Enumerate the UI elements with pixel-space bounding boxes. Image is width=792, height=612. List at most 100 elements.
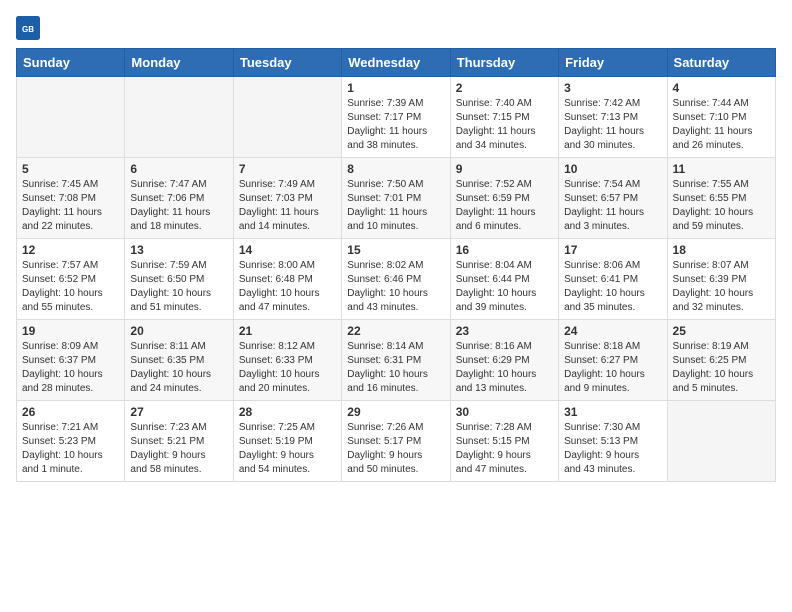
logo-icon: GB [16,16,40,40]
day-info: Sunrise: 7:55 AM Sunset: 6:55 PM Dayligh… [673,178,770,234]
calendar-cell: 25 Sunrise: 8:19 AM Sunset: 6:25 PM Dayli… [667,320,775,401]
calendar-cell: 11 Sunrise: 7:55 AM Sunset: 6:55 PM Dayli… [667,158,775,239]
day-number: 3 [564,81,661,95]
day-number: 8 [347,162,444,176]
day-number: 18 [673,243,770,257]
calendar-cell: 24 Sunrise: 8:18 AM Sunset: 6:27 PM Dayli… [559,320,667,401]
calendar-cell: 7 Sunrise: 7:49 AM Sunset: 7:03 PM Daylig… [233,158,341,239]
day-number: 14 [239,243,336,257]
day-info: Sunrise: 7:52 AM Sunset: 6:59 PM Dayligh… [456,178,553,234]
day-info: Sunrise: 7:26 AM Sunset: 5:17 PM Dayligh… [347,421,444,477]
day-info: Sunrise: 7:21 AM Sunset: 5:23 PM Dayligh… [22,421,119,477]
day-info: Sunrise: 7:23 AM Sunset: 5:21 PM Dayligh… [130,421,227,477]
day-number: 30 [456,405,553,419]
calendar-cell: 12 Sunrise: 7:57 AM Sunset: 6:52 PM Dayli… [17,239,125,320]
calendar-cell: 13 Sunrise: 7:59 AM Sunset: 6:50 PM Dayli… [125,239,233,320]
day-info: Sunrise: 7:28 AM Sunset: 5:15 PM Dayligh… [456,421,553,477]
day-info: Sunrise: 7:47 AM Sunset: 7:06 PM Dayligh… [130,178,227,234]
calendar-cell: 17Sunrise: 8:06 AM Sunset: 6:41 PM Dayli… [559,239,667,320]
calendar-cell: 31Sunrise: 7:30 AM Sunset: 5:13 PM Dayli… [559,401,667,482]
day-info: Sunrise: 8:04 AM Sunset: 6:44 PM Dayligh… [456,259,553,315]
logo: GB [16,16,44,40]
day-number: 22 [347,324,444,338]
calendar-cell [17,77,125,158]
svg-text:GB: GB [22,25,34,34]
day-number: 19 [22,324,119,338]
day-info: Sunrise: 7:44 AM Sunset: 7:10 PM Dayligh… [673,97,770,153]
calendar-week-4: 19 Sunrise: 8:09 AM Sunset: 6:37 PM Dayli… [17,320,776,401]
calendar-table: SundayMondayTuesdayWednesdayThursdayFrid… [16,48,776,482]
day-info: Sunrise: 8:14 AM Sunset: 6:31 PM Dayligh… [347,340,444,396]
calendar-cell: 27 Sunrise: 7:23 AM Sunset: 5:21 PM Dayli… [125,401,233,482]
calendar-cell [125,77,233,158]
calendar-week-5: 26 Sunrise: 7:21 AM Sunset: 5:23 PM Dayli… [17,401,776,482]
day-info: Sunrise: 8:19 AM Sunset: 6:25 PM Dayligh… [673,340,770,396]
day-info: Sunrise: 8:11 AM Sunset: 6:35 PM Dayligh… [130,340,227,396]
calendar-cell: 16 Sunrise: 8:04 AM Sunset: 6:44 PM Dayli… [450,239,558,320]
header-tuesday: Tuesday [233,49,341,77]
day-number: 6 [130,162,227,176]
calendar-cell: 8 Sunrise: 7:50 AM Sunset: 7:01 PM Daylig… [342,158,450,239]
day-number: 12 [22,243,119,257]
calendar-cell: 20Sunrise: 8:11 AM Sunset: 6:35 PM Dayli… [125,320,233,401]
calendar-cell: 2 Sunrise: 7:40 AM Sunset: 7:15 PM Daylig… [450,77,558,158]
day-info: Sunrise: 8:18 AM Sunset: 6:27 PM Dayligh… [564,340,661,396]
day-number: 5 [22,162,119,176]
calendar-cell: 19 Sunrise: 8:09 AM Sunset: 6:37 PM Dayli… [17,320,125,401]
day-info: Sunrise: 7:50 AM Sunset: 7:01 PM Dayligh… [347,178,444,234]
day-info: Sunrise: 7:30 AM Sunset: 5:13 PM Dayligh… [564,421,661,477]
day-info: Sunrise: 7:57 AM Sunset: 6:52 PM Dayligh… [22,259,119,315]
day-number: 2 [456,81,553,95]
calendar-cell: 4 Sunrise: 7:44 AM Sunset: 7:10 PM Daylig… [667,77,775,158]
calendar-week-2: 5Sunrise: 7:45 AM Sunset: 7:08 PM Daylig… [17,158,776,239]
day-info: Sunrise: 7:42 AM Sunset: 7:13 PM Dayligh… [564,97,661,153]
day-number: 28 [239,405,336,419]
day-number: 25 [673,324,770,338]
day-number: 23 [456,324,553,338]
header-friday: Friday [559,49,667,77]
day-info: Sunrise: 7:49 AM Sunset: 7:03 PM Dayligh… [239,178,336,234]
header-wednesday: Wednesday [342,49,450,77]
day-info: Sunrise: 8:02 AM Sunset: 6:46 PM Dayligh… [347,259,444,315]
header-sunday: Sunday [17,49,125,77]
day-number: 7 [239,162,336,176]
calendar-header-row: SundayMondayTuesdayWednesdayThursdayFrid… [17,49,776,77]
calendar-cell: 6 Sunrise: 7:47 AM Sunset: 7:06 PM Daylig… [125,158,233,239]
day-info: Sunrise: 7:25 AM Sunset: 5:19 PM Dayligh… [239,421,336,477]
header-saturday: Saturday [667,49,775,77]
calendar-cell: 5Sunrise: 7:45 AM Sunset: 7:08 PM Daylig… [17,158,125,239]
calendar-cell [667,401,775,482]
day-number: 4 [673,81,770,95]
day-info: Sunrise: 8:06 AM Sunset: 6:41 PM Dayligh… [564,259,661,315]
day-info: Sunrise: 7:40 AM Sunset: 7:15 PM Dayligh… [456,97,553,153]
day-info: Sunrise: 7:54 AM Sunset: 6:57 PM Dayligh… [564,178,661,234]
day-info: Sunrise: 7:39 AM Sunset: 7:17 PM Dayligh… [347,97,444,153]
day-number: 16 [456,243,553,257]
day-number: 27 [130,405,227,419]
day-number: 13 [130,243,227,257]
calendar-cell: 10Sunrise: 7:54 AM Sunset: 6:57 PM Dayli… [559,158,667,239]
calendar-cell: 23Sunrise: 8:16 AM Sunset: 6:29 PM Dayli… [450,320,558,401]
day-number: 29 [347,405,444,419]
calendar-cell: 26 Sunrise: 7:21 AM Sunset: 5:23 PM Dayli… [17,401,125,482]
day-info: Sunrise: 8:09 AM Sunset: 6:37 PM Dayligh… [22,340,119,396]
calendar-cell: 28 Sunrise: 7:25 AM Sunset: 5:19 PM Dayli… [233,401,341,482]
day-number: 1 [347,81,444,95]
calendar-cell: 14 Sunrise: 8:00 AM Sunset: 6:48 PM Dayli… [233,239,341,320]
calendar-cell: 30 Sunrise: 7:28 AM Sunset: 5:15 PM Dayli… [450,401,558,482]
calendar-cell: 15Sunrise: 8:02 AM Sunset: 6:46 PM Dayli… [342,239,450,320]
day-number: 26 [22,405,119,419]
day-number: 11 [673,162,770,176]
calendar-week-1: 1 Sunrise: 7:39 AM Sunset: 7:17 PM Daylig… [17,77,776,158]
calendar-week-3: 12 Sunrise: 7:57 AM Sunset: 6:52 PM Dayli… [17,239,776,320]
day-info: Sunrise: 8:07 AM Sunset: 6:39 PM Dayligh… [673,259,770,315]
calendar-cell: 3 Sunrise: 7:42 AM Sunset: 7:13 PM Daylig… [559,77,667,158]
day-info: Sunrise: 8:00 AM Sunset: 6:48 PM Dayligh… [239,259,336,315]
day-info: Sunrise: 8:12 AM Sunset: 6:33 PM Dayligh… [239,340,336,396]
calendar-cell: 21Sunrise: 8:12 AM Sunset: 6:33 PM Dayli… [233,320,341,401]
day-info: Sunrise: 7:59 AM Sunset: 6:50 PM Dayligh… [130,259,227,315]
calendar-cell: 18 Sunrise: 8:07 AM Sunset: 6:39 PM Dayli… [667,239,775,320]
calendar-cell: 9Sunrise: 7:52 AM Sunset: 6:59 PM Daylig… [450,158,558,239]
calendar-cell [233,77,341,158]
day-number: 24 [564,324,661,338]
